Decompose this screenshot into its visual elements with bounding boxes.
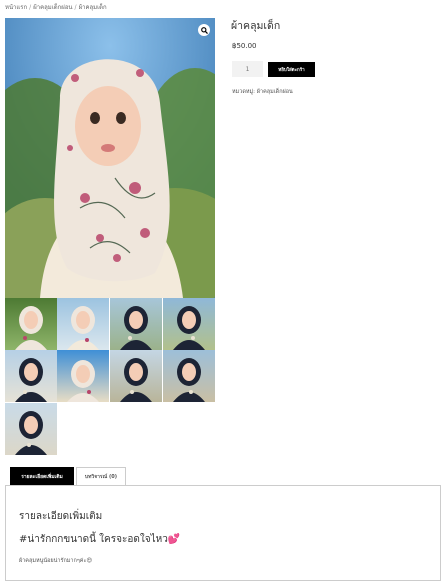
thumbnail[interactable] (110, 350, 162, 402)
breadcrumb-home[interactable]: หน้าแรก (5, 4, 27, 11)
main-product-image[interactable] (5, 18, 215, 298)
category-label: หมวดหมู่: (232, 89, 256, 95)
thumbnail[interactable] (5, 350, 57, 402)
quantity-input[interactable] (232, 61, 263, 77)
description-heading: รายละเอียดเพิ่มเติม (19, 511, 103, 522)
breadcrumb-current: ผ้าคลุมเด็ก (78, 4, 107, 11)
thumbnail[interactable] (57, 298, 109, 350)
thumbnail[interactable] (5, 298, 57, 350)
thumbnail[interactable] (57, 350, 109, 402)
add-to-cart-button[interactable]: หยิบใส่ตะกร้า (268, 62, 315, 77)
description-note: ผ้าคลุมหนูน้อยน่ารักมากๆค่ะ😍 (19, 558, 93, 564)
product-price: ฿50.00 (232, 42, 257, 50)
thumbnail[interactable] (163, 298, 215, 350)
search-icon (200, 26, 208, 34)
product-title: ผ้าคลุมเด็ก (231, 20, 281, 32)
thumbnail[interactable] (110, 298, 162, 350)
product-photo (5, 18, 215, 298)
thumbnail[interactable] (5, 403, 57, 455)
description-hashtag: #น่ารักกกขนาดนี้ ใครจะอดใจไหว💕 (19, 534, 181, 545)
thumbnail[interactable] (163, 350, 215, 402)
description-panel: รายละเอียดเพิ่มเติม #น่ารักกกขนาดนี้ ใคร… (5, 485, 441, 581)
zoom-button[interactable] (198, 24, 210, 36)
product-category: หมวดหมู่: ผ้าคลุมเด็กผ่อน (232, 88, 293, 96)
tab-description[interactable]: รายละเอียดเพิ่มเติม (10, 467, 74, 485)
tab-reviews[interactable]: บทวิจารณ์ (0) (76, 467, 126, 485)
breadcrumb: หน้าแรก / ผ้าคลุมเด็กผ่อน / ผ้าคลุมเด็ก (5, 2, 107, 12)
category-link[interactable]: ผ้าคลุมเด็กผ่อน (257, 89, 293, 95)
breadcrumb-category[interactable]: ผ้าคลุมเด็กผ่อน (33, 4, 72, 11)
